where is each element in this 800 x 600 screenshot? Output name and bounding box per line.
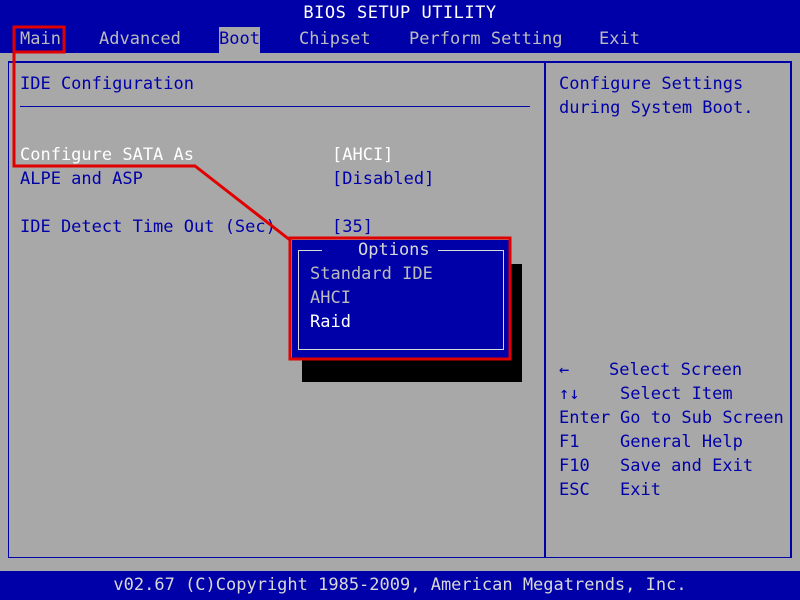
- menu-main[interactable]: Main: [20, 27, 61, 53]
- menu-advanced[interactable]: Advanced: [99, 27, 181, 53]
- popup-option-standard-ide[interactable]: Standard IDE: [310, 264, 433, 284]
- popup-frame-top-left: [298, 250, 322, 251]
- key-updown-arrow-icon: ↑↓: [559, 384, 580, 404]
- menu-exit[interactable]: Exit: [599, 27, 640, 53]
- help-line-2: during System Boot.: [559, 98, 754, 118]
- key-f10: F10: [559, 456, 590, 476]
- bios-screen: BIOS SETUP UTILITY Main Advanced Boot Ch…: [0, 0, 800, 600]
- section-divider: [20, 106, 530, 107]
- key-desc-select-screen: Select Screen: [609, 360, 743, 380]
- menu-chipset[interactable]: Chipset: [299, 27, 371, 53]
- footer-copyright: v02.67 (C)Copyright 1985-2009, American …: [0, 571, 800, 600]
- popup-frame-top-right: [438, 250, 504, 251]
- key-left-arrow-icon: ←: [559, 360, 570, 380]
- key-desc-save-exit: Save and Exit: [620, 456, 754, 476]
- popup-option-raid[interactable]: Raid: [310, 312, 351, 332]
- menu-boot[interactable]: Boot: [219, 27, 260, 53]
- key-desc-sub-screen: Go to Sub Screen: [620, 408, 784, 428]
- options-popup[interactable]: Options Standard IDE AHCI Raid: [292, 240, 510, 358]
- key-desc-exit: Exit: [620, 480, 661, 500]
- popup-title: Options: [358, 240, 430, 260]
- key-esc: ESC: [559, 480, 590, 500]
- setting-label-alpe-asp[interactable]: ALPE and ASP: [20, 169, 143, 189]
- popup-option-ahci[interactable]: AHCI: [310, 288, 351, 308]
- key-f1: F1: [559, 432, 580, 452]
- setting-value-alpe-asp[interactable]: [Disabled]: [332, 169, 434, 189]
- key-desc-general-help: General Help: [620, 432, 743, 452]
- title-bar: BIOS SETUP UTILITY: [0, 0, 800, 27]
- setting-label-ide-detect-timeout[interactable]: IDE Detect Time Out (Sec): [20, 217, 276, 237]
- key-desc-select-item: Select Item: [620, 384, 733, 404]
- section-title: IDE Configuration: [20, 74, 194, 94]
- setting-label-configure-sata[interactable]: Configure SATA As: [20, 145, 194, 165]
- menu-bar: Main Advanced Boot Chipset Perform Setti…: [0, 27, 800, 53]
- help-line-1: Configure Settings: [559, 74, 744, 94]
- setting-value-ide-detect-timeout[interactable]: [35]: [332, 217, 373, 237]
- menu-perform-setting[interactable]: Perform Setting: [409, 27, 563, 53]
- key-enter: Enter: [559, 408, 611, 428]
- setting-value-configure-sata[interactable]: [AHCI]: [332, 145, 393, 165]
